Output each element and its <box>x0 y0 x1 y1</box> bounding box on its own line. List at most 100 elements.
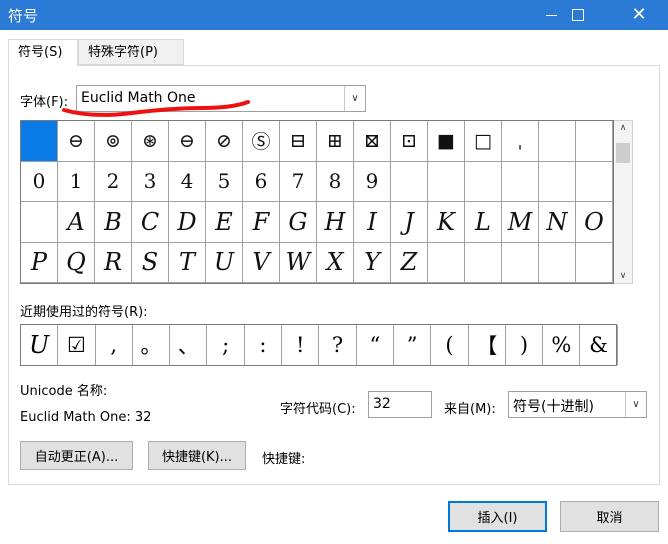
scroll-thumb[interactable] <box>616 143 630 163</box>
symbol-cell[interactable] <box>576 161 613 202</box>
symbol-cell[interactable] <box>502 242 539 283</box>
shortcut-key-button[interactable]: 快捷键(K)... <box>148 441 246 470</box>
char-code-input[interactable]: 32 <box>368 391 432 418</box>
symbol-cell[interactable] <box>576 242 613 283</box>
symbol-cell[interactable]: F <box>243 202 280 243</box>
symbol-cell[interactable]: R <box>95 242 132 283</box>
symbol-grid[interactable]: ⊖ ⊚ ⊛ ⊖ ⊘ Ⓢ ⊟ ⊞ ⊠ ⊡ ■ □ ˌ 0 1 2 3 4 5 6 7 8 9 A B C D E F G H I J K L M N O P Q… <box>20 120 614 284</box>
tab-symbols[interactable]: 符号(S) <box>8 39 78 67</box>
maximize-button[interactable] <box>555 0 601 30</box>
recent-symbol-cell[interactable]: ; <box>207 325 245 365</box>
recent-symbol-cell[interactable]: ) <box>506 325 544 365</box>
symbol-cell[interactable]: 9 <box>354 161 391 202</box>
symbol-cell[interactable]: H <box>317 202 354 243</box>
symbol-cell[interactable]: 2 <box>95 161 132 202</box>
recent-symbol-cell[interactable]: & <box>580 325 618 365</box>
symbol-cell[interactable]: Z <box>391 242 428 283</box>
cancel-button[interactable]: 取消 <box>560 501 659 532</box>
symbol-cell[interactable]: ⊞ <box>317 121 354 162</box>
recent-symbol-cell[interactable]: U <box>21 325 59 365</box>
symbol-cell[interactable]: □ <box>465 121 502 162</box>
symbol-cell[interactable]: ⊟ <box>280 121 317 162</box>
symbol-cell[interactable]: Y <box>354 242 391 283</box>
recent-symbols-grid[interactable]: U ☑,。、;:!? “”(【)% & <box>20 324 618 366</box>
symbol-cell[interactable]: Q <box>58 242 95 283</box>
symbol-cell[interactable]: 1 <box>58 161 95 202</box>
symbol-cell[interactable] <box>502 161 539 202</box>
symbol-cell[interactable]: ⊛ <box>132 121 169 162</box>
autocorrect-button[interactable]: 自动更正(A)... <box>20 441 133 470</box>
symbol-cell[interactable]: 3 <box>132 161 169 202</box>
symbol-grid-scrollbar[interactable]: ∧ ∨ <box>614 120 633 284</box>
recent-symbol-cell[interactable]: ☑ <box>58 325 96 365</box>
symbol-cell[interactable]: 0 <box>21 161 58 202</box>
recent-symbol-cell[interactable]: ( <box>431 325 469 365</box>
symbol-cell[interactable]: M <box>502 202 539 243</box>
symbol-cell[interactable]: ⊖ <box>169 121 206 162</box>
symbol-cell[interactable]: X <box>317 242 354 283</box>
symbol-cell[interactable]: ⊘ <box>206 121 243 162</box>
recent-symbol-cell[interactable]: % <box>543 325 581 365</box>
symbol-cell[interactable]: G <box>280 202 317 243</box>
symbol-cell[interactable]: Ⓢ <box>243 121 280 162</box>
symbol-cell[interactable]: B <box>95 202 132 243</box>
symbol-cell[interactable]: U <box>206 242 243 283</box>
chevron-down-icon[interactable]: ∨ <box>344 86 365 111</box>
recent-symbol-cell[interactable]: 。 <box>133 325 171 365</box>
symbol-cell[interactable]: I <box>354 202 391 243</box>
symbol-cell[interactable]: 8 <box>317 161 354 202</box>
symbol-cell[interactable]: W <box>280 242 317 283</box>
symbol-cell[interactable] <box>21 202 58 243</box>
symbol-cell[interactable] <box>428 242 465 283</box>
from-select[interactable]: 符号(十进制) ∨ <box>508 391 647 418</box>
symbol-cell[interactable]: ⊖ <box>58 121 95 162</box>
symbol-cell[interactable]: 7 <box>280 161 317 202</box>
recent-symbol-cell[interactable]: ! <box>282 325 320 365</box>
recent-symbol-cell[interactable]: , <box>96 325 133 365</box>
symbol-cell[interactable]: K <box>428 202 465 243</box>
symbol-cell[interactable]: ⊡ <box>391 121 428 162</box>
scroll-down-icon[interactable]: ∨ <box>614 271 632 281</box>
symbol-cell[interactable]: ⊚ <box>95 121 132 162</box>
tab-special-characters[interactable]: 特殊字符(P) <box>78 39 184 65</box>
symbol-cell[interactable]: 6 <box>243 161 280 202</box>
recent-symbol-cell[interactable]: 【 <box>469 325 506 365</box>
symbol-cell[interactable] <box>539 121 576 162</box>
symbol-cell[interactable] <box>391 161 428 202</box>
symbol-cell[interactable] <box>465 161 502 202</box>
chevron-down-icon[interactable]: ∨ <box>625 392 646 417</box>
symbol-cell[interactable]: O <box>576 202 613 243</box>
symbol-cell[interactable] <box>576 121 613 162</box>
recent-symbol-cell[interactable]: ? <box>319 325 357 365</box>
symbol-cell[interactable]: ■ <box>428 121 465 162</box>
symbol-cell[interactable] <box>539 161 576 202</box>
symbol-cell[interactable]: ⊠ <box>354 121 391 162</box>
from-label: 来自(M): <box>444 402 496 417</box>
symbol-cell[interactable]: C <box>132 202 169 243</box>
recent-symbol-cell[interactable]: “ <box>357 325 394 365</box>
symbol-cell[interactable]: L <box>465 202 502 243</box>
insert-button[interactable]: 插入(I) <box>448 501 547 532</box>
recent-symbol-cell[interactable]: 、 <box>170 325 208 365</box>
symbol-cell[interactable] <box>21 121 58 162</box>
symbol-cell[interactable]: 4 <box>169 161 206 202</box>
close-button[interactable]: ✕ <box>616 0 662 30</box>
symbol-cell[interactable]: D <box>169 202 206 243</box>
symbol-cell[interactable] <box>465 242 502 283</box>
recent-symbol-cell[interactable]: ” <box>394 325 432 365</box>
symbol-cell[interactable]: 5 <box>206 161 243 202</box>
symbol-cell[interactable]: A <box>58 202 95 243</box>
symbol-cell[interactable]: J <box>391 202 428 243</box>
scroll-up-icon[interactable]: ∧ <box>614 123 632 133</box>
symbol-cell[interactable]: ˌ <box>502 121 539 162</box>
recent-symbol-cell[interactable]: : <box>245 325 283 365</box>
symbol-cell[interactable] <box>428 161 465 202</box>
symbol-cell[interactable]: P <box>21 242 58 283</box>
symbol-cell[interactable]: N <box>539 202 576 243</box>
symbol-cell[interactable]: T <box>169 242 206 283</box>
symbol-cell[interactable]: E <box>206 202 243 243</box>
symbol-cell[interactable] <box>539 242 576 283</box>
symbol-cell[interactable]: S <box>132 242 169 283</box>
symbol-cell[interactable]: V <box>243 242 280 283</box>
font-select[interactable]: Euclid Math One ∨ <box>76 85 366 112</box>
